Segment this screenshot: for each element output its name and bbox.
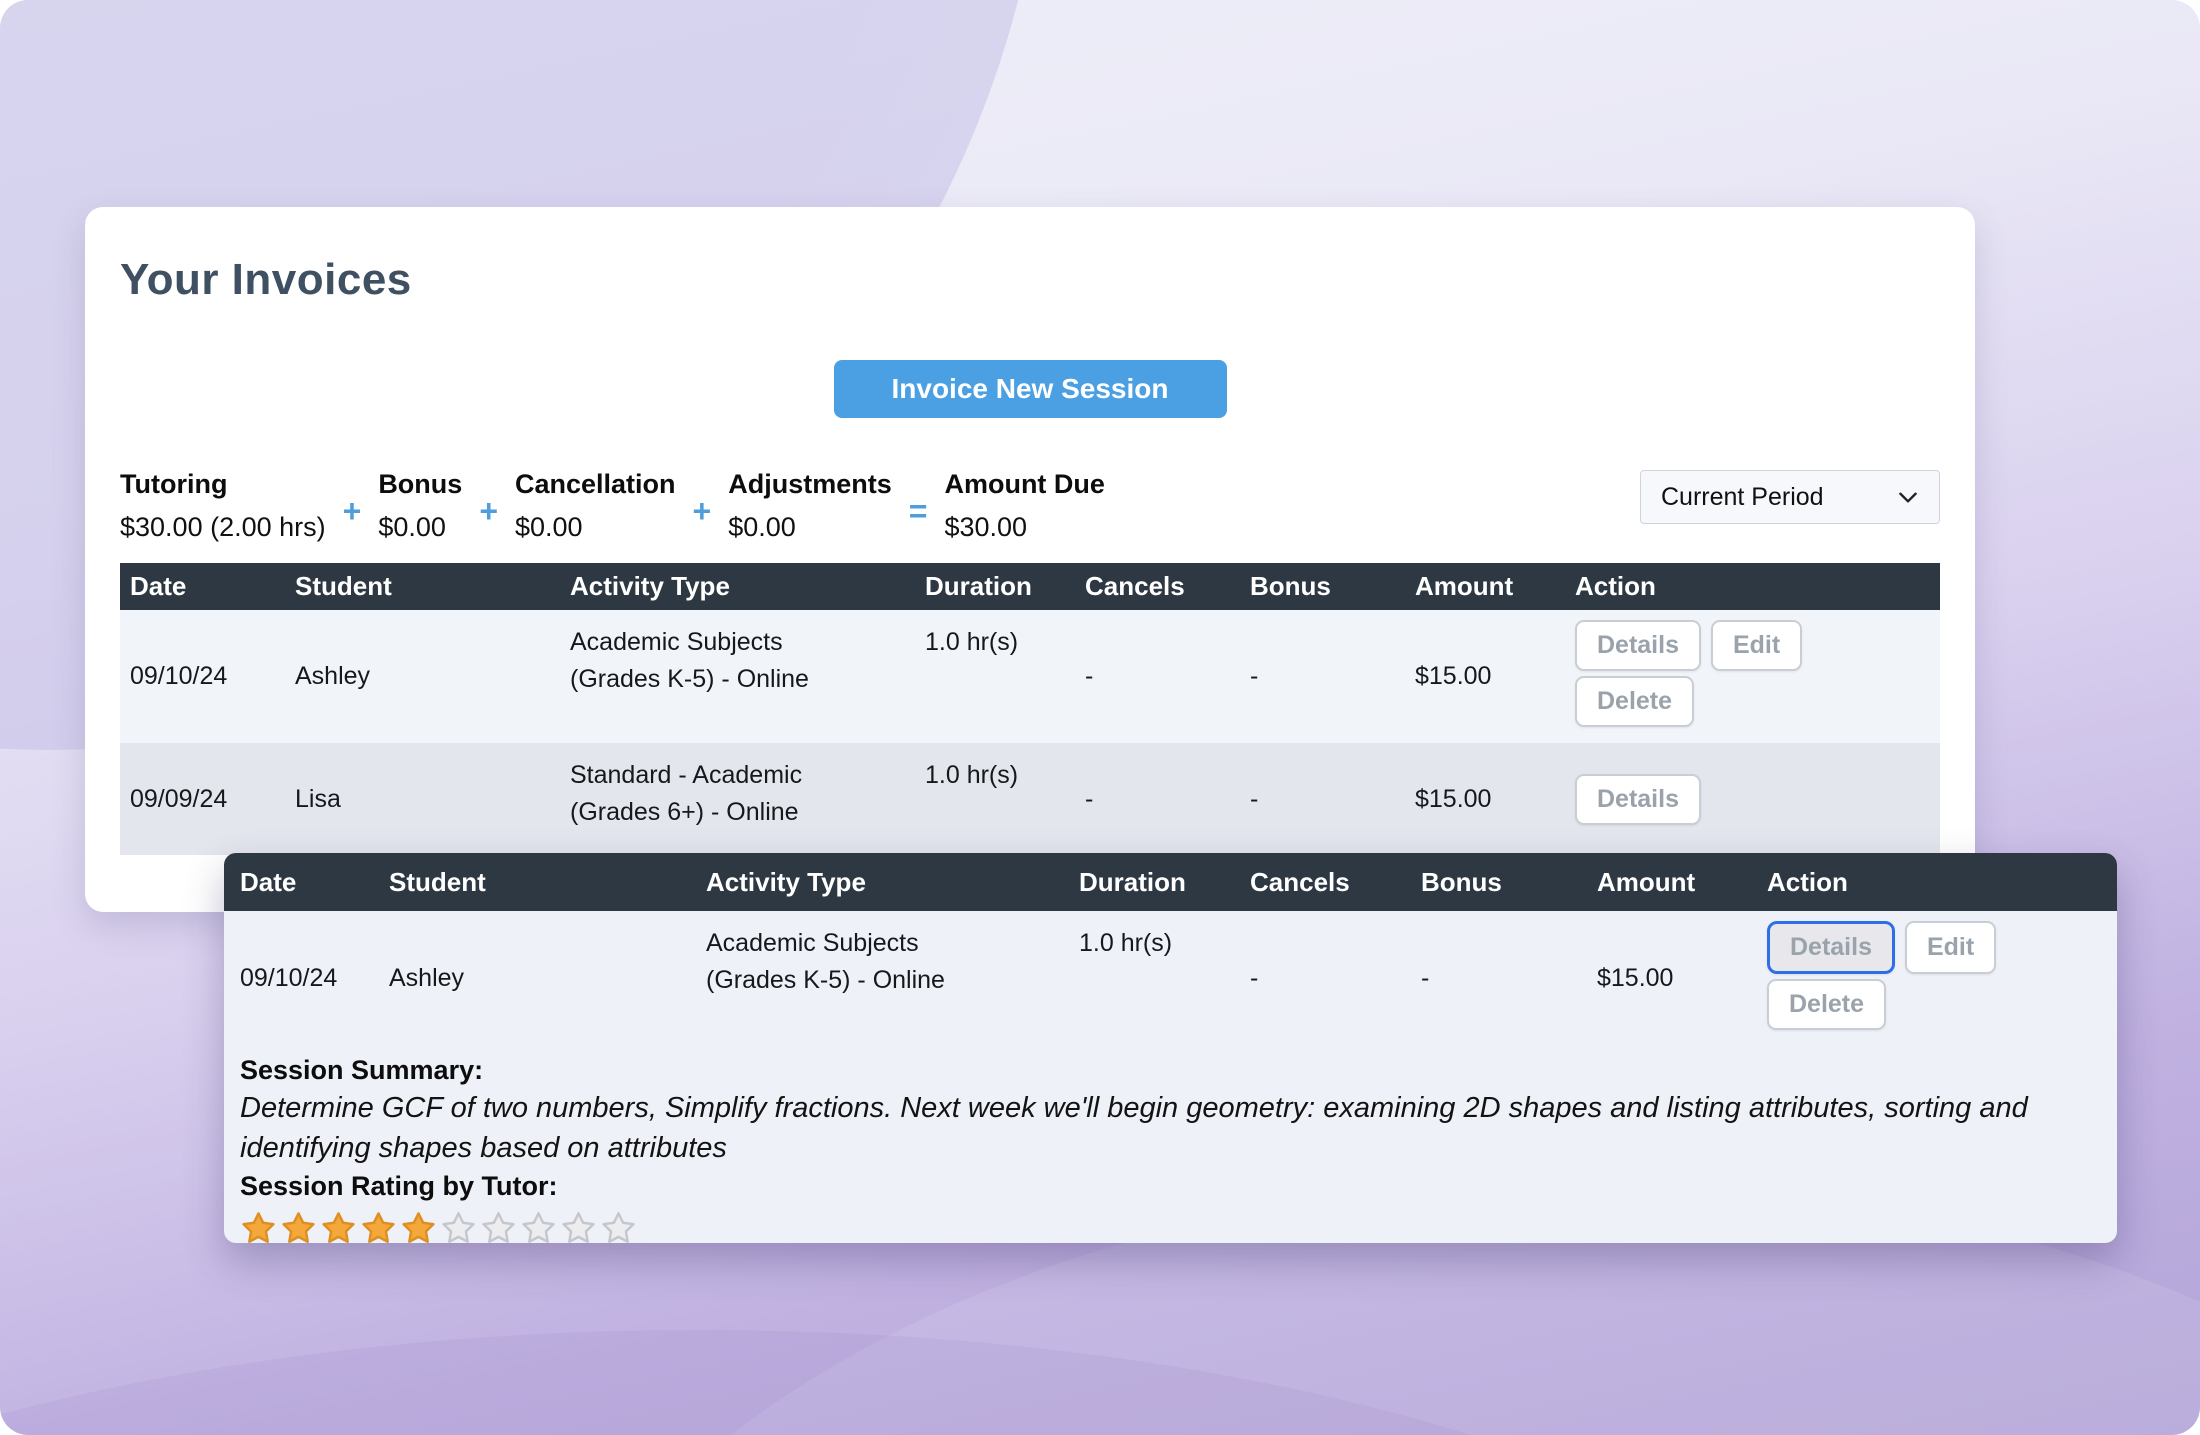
cell-bonus: - [1240, 658, 1405, 695]
page-title: Your Invoices [120, 255, 1940, 305]
delete-button[interactable]: Delete [1575, 676, 1694, 727]
summary-bonus: Bonus $0.00 [378, 468, 462, 544]
star-filled-icon[interactable] [360, 1210, 397, 1247]
plus-operator: + [693, 495, 712, 527]
equals-operator: = [909, 495, 928, 527]
col-header-date: Date [120, 571, 285, 602]
star-empty-icon[interactable] [600, 1210, 637, 1247]
col-header-bonus: Bonus [1411, 867, 1587, 898]
star-filled-icon[interactable] [400, 1210, 437, 1247]
cell-amount: $15.00 [1405, 658, 1565, 695]
invoice-summary-row: Tutoring $30.00 (2.00 hrs) + Bonus $0.00… [120, 468, 1940, 544]
summary-adjustments: Adjustments $0.00 [728, 468, 892, 544]
summary-amount-due: Amount Due $30.00 [944, 468, 1104, 544]
star-empty-icon[interactable] [440, 1210, 477, 1247]
cell-date: 09/09/24 [120, 781, 285, 818]
cell-duration: 1.0 hr(s) [915, 610, 1075, 661]
table-row: 09/09/24 Lisa Standard - Academic (Grade… [120, 743, 1940, 855]
screen: Your Invoices Invoice New Session Tutori… [0, 0, 2200, 1435]
cell-cancels: - [1075, 658, 1240, 695]
col-header-student: Student [285, 571, 560, 602]
col-header-amount: Amount [1587, 867, 1757, 898]
col-header-action: Action [1757, 867, 2117, 898]
session-detail-text: Session Summary: Determine GCF of two nu… [224, 1046, 2117, 1247]
cell-bonus: - [1411, 960, 1587, 997]
plus-operator: + [343, 495, 362, 527]
col-header-activity-type: Activity Type [560, 571, 915, 602]
edit-button[interactable]: Edit [1711, 620, 1802, 671]
summary-amount-due-value: $30.00 [944, 510, 1104, 544]
cell-bonus: - [1240, 781, 1405, 818]
delete-button[interactable]: Delete [1767, 979, 1886, 1030]
detail-table-header-row: Date Student Activity Type Duration Canc… [224, 853, 2117, 911]
summary-adjustments-label: Adjustments [728, 468, 892, 500]
detail-table-row: 09/10/24 Ashley Academic Subjects (Grade… [224, 911, 2117, 1046]
period-filter-select[interactable]: Current Period [1640, 470, 1940, 524]
cell-amount: $15.00 [1587, 960, 1757, 997]
cell-student: Ashley [379, 960, 696, 997]
details-button[interactable]: Details [1575, 774, 1701, 825]
col-header-bonus: Bonus [1240, 571, 1405, 602]
col-header-date: Date [230, 867, 379, 898]
invoices-card: Your Invoices Invoice New Session Tutori… [85, 207, 1975, 912]
summary-bonus-label: Bonus [378, 468, 462, 500]
summary-cancellation-value: $0.00 [515, 510, 676, 544]
cell-actions: Details Edit Delete [1757, 911, 2117, 1030]
rating-stars[interactable] [240, 1210, 2093, 1247]
summary-bonus-value: $0.00 [378, 510, 462, 544]
summary-cancellation: Cancellation $0.00 [515, 468, 676, 544]
star-filled-icon[interactable] [320, 1210, 357, 1247]
summary-tutoring-value: $30.00 (2.00 hrs) [120, 510, 326, 544]
summary-cancellation-label: Cancellation [515, 468, 676, 500]
table-header-row: Date Student Activity Type Duration Canc… [120, 563, 1940, 610]
col-header-cancels: Cancels [1075, 571, 1240, 602]
cell-date: 09/10/24 [230, 960, 379, 997]
details-button-focused[interactable]: Details [1767, 921, 1895, 974]
star-empty-icon[interactable] [560, 1210, 597, 1247]
cell-activity-type: Academic Subjects (Grades K-5) - Online [560, 610, 915, 698]
table-row: 09/10/24 Ashley Academic Subjects (Grade… [120, 610, 1940, 743]
cell-student: Lisa [285, 781, 560, 818]
cell-cancels: - [1075, 781, 1240, 818]
cell-activity-type: Standard - Academic (Grades 6+) - Online [560, 743, 915, 831]
invoices-table: Date Student Activity Type Duration Canc… [120, 563, 1940, 855]
col-header-action: Action [1565, 571, 1940, 602]
button-row: Invoice New Session [120, 360, 1940, 418]
col-header-duration: Duration [915, 571, 1075, 602]
session-summary-text: Determine GCF of two numbers, Simplify f… [240, 1088, 2090, 1168]
period-filter-selected-value: Current Period [1661, 483, 1824, 512]
cell-student: Ashley [285, 658, 560, 695]
session-summary-label: Session Summary: [240, 1052, 2093, 1088]
edit-button[interactable]: Edit [1905, 921, 1996, 974]
chevron-down-icon [1895, 484, 1921, 510]
col-header-amount: Amount [1405, 571, 1565, 602]
summary-tutoring-label: Tutoring [120, 468, 326, 500]
session-rating-label: Session Rating by Tutor: [240, 1168, 2093, 1204]
background-swoosh-shape-2 [0, 1330, 1900, 1435]
star-empty-icon[interactable] [520, 1210, 557, 1247]
cell-actions: Details [1565, 774, 1940, 825]
star-filled-icon[interactable] [280, 1210, 317, 1247]
cell-activity-type: Academic Subjects (Grades K-5) - Online [696, 911, 1069, 999]
col-header-duration: Duration [1069, 867, 1240, 898]
star-empty-icon[interactable] [480, 1210, 517, 1247]
session-detail-panel: Date Student Activity Type Duration Canc… [224, 853, 2117, 1243]
summary-tutoring: Tutoring $30.00 (2.00 hrs) [120, 468, 326, 544]
cell-cancels: - [1240, 960, 1411, 997]
col-header-student: Student [379, 867, 696, 898]
col-header-cancels: Cancels [1240, 867, 1411, 898]
summary-amount-due-label: Amount Due [944, 468, 1104, 500]
star-filled-icon[interactable] [240, 1210, 277, 1247]
cell-date: 09/10/24 [120, 658, 285, 695]
details-button[interactable]: Details [1575, 620, 1701, 671]
summary-adjustments-value: $0.00 [728, 510, 892, 544]
invoice-new-session-button[interactable]: Invoice New Session [834, 360, 1227, 418]
cell-duration: 1.0 hr(s) [915, 743, 1075, 794]
cell-amount: $15.00 [1405, 781, 1565, 818]
plus-operator: + [479, 495, 498, 527]
cell-actions: Details Edit Delete [1565, 610, 1940, 727]
col-header-activity-type: Activity Type [696, 867, 1069, 898]
cell-duration: 1.0 hr(s) [1069, 911, 1240, 962]
